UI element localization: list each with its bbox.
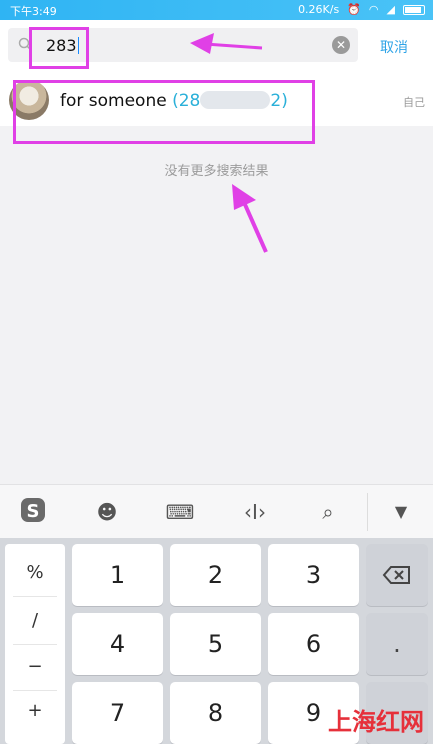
status-bar: 下午3:49 0.26K/s ⏰ ◠ ◢	[0, 0, 433, 20]
watermark: 上海红网	[328, 708, 424, 736]
key-4[interactable]: 4	[72, 613, 163, 675]
symbol-key-slash[interactable]: /	[5, 610, 65, 631]
query-highlight-box	[29, 27, 89, 69]
self-tag: 自己	[403, 96, 425, 109]
no-more-results-text: 没有更多搜索结果	[164, 164, 269, 179]
sogou-logo-icon[interactable]: S	[16, 495, 50, 529]
keyboard-toolbar: S ☻ ⌨ ‹I› ⌕ ▼	[0, 484, 433, 538]
backspace-key[interactable]	[366, 544, 428, 606]
key-6[interactable]: 6	[268, 613, 359, 675]
dot-key[interactable]: .	[366, 613, 428, 675]
svg-text:S: S	[27, 501, 40, 522]
backspace-icon	[382, 566, 410, 584]
cancel-button[interactable]: 取消	[380, 37, 408, 57]
collapse-icon[interactable]: ▼	[384, 495, 418, 529]
symbol-key-plus[interactable]: +	[5, 700, 65, 721]
key-3[interactable]: 3	[268, 544, 359, 606]
symbol-key-percent[interactable]: %	[5, 562, 65, 583]
key-8[interactable]: 8	[170, 682, 261, 744]
symbol-column: % / − +	[5, 544, 65, 744]
search-icon[interactable]: ⌕	[311, 495, 345, 529]
result-highlight-box	[13, 80, 315, 144]
battery-icon	[403, 4, 425, 15]
keyboard-icon[interactable]: ⌨	[163, 495, 197, 529]
key-5[interactable]: 5	[170, 613, 261, 675]
alarm-icon: ⏰	[347, 3, 361, 16]
cursor-move-icon[interactable]: ‹I›	[238, 495, 272, 529]
key-1[interactable]: 1	[72, 544, 163, 606]
arrow-head-up	[232, 184, 256, 210]
net-speed: 0.26K/s	[298, 3, 340, 16]
signal-icon: ◢	[386, 3, 395, 16]
key-7[interactable]: 7	[72, 682, 163, 744]
status-time: 下午3:49	[10, 5, 57, 18]
toolbar-divider	[367, 493, 368, 531]
clear-circle-icon[interactable]: ✕	[332, 36, 350, 54]
key-2[interactable]: 2	[170, 544, 261, 606]
wifi-icon: ◠	[368, 3, 379, 16]
emoji-icon[interactable]: ☻	[90, 495, 124, 529]
symbol-key-minus[interactable]: −	[5, 656, 65, 677]
status-icons: 0.26K/s ⏰ ◠ ◢	[298, 3, 425, 16]
